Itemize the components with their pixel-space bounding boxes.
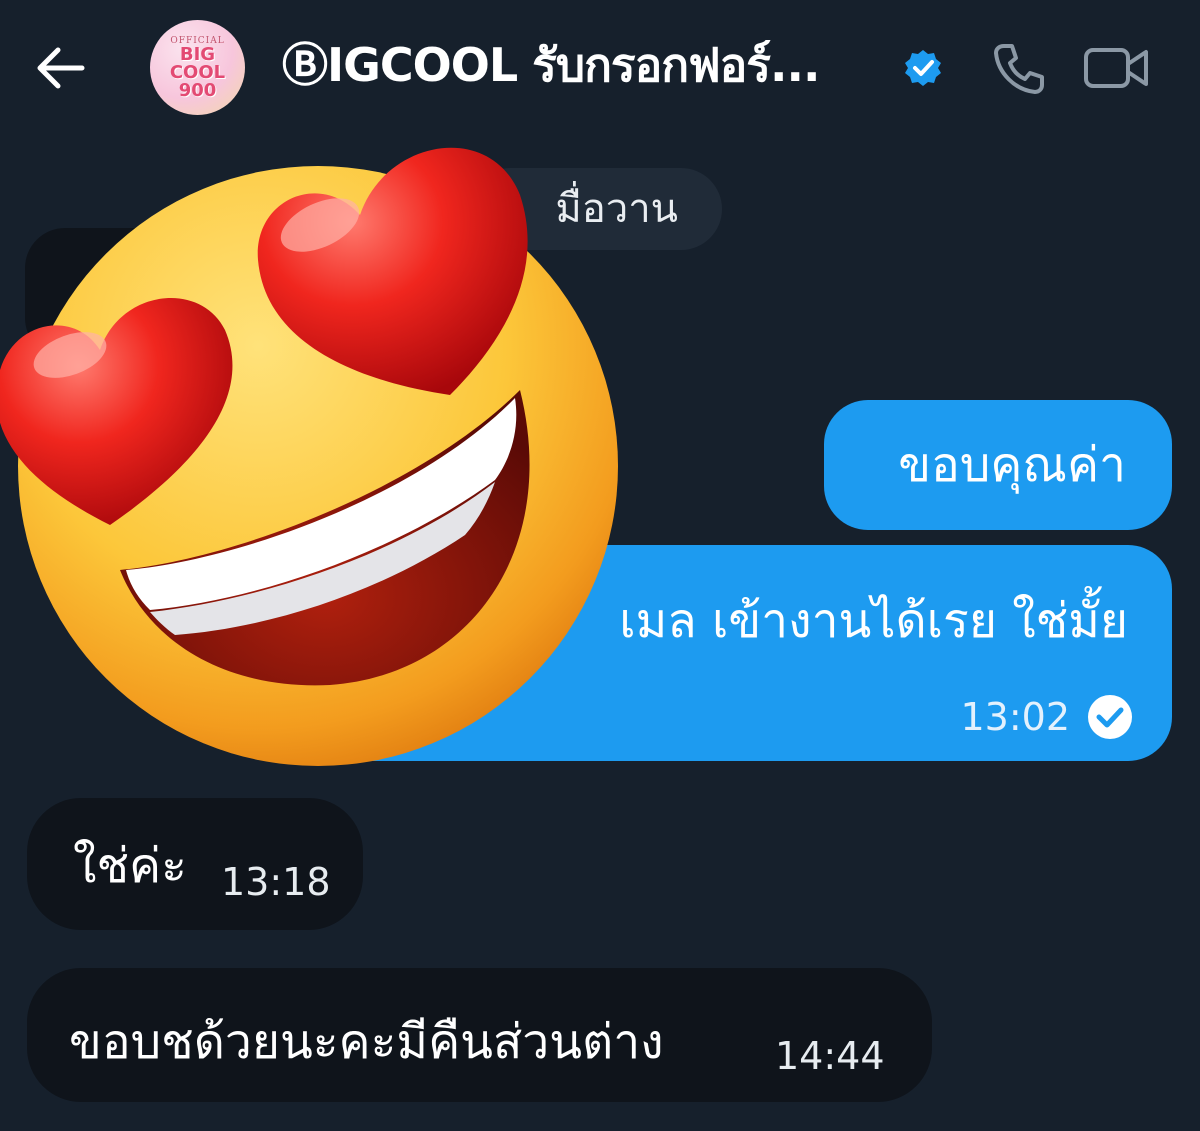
back-button[interactable] — [30, 38, 90, 98]
message-time: 13:02 — [960, 695, 1070, 739]
avatar-text-line2: COOL — [169, 61, 226, 83]
message-text: ขอบคุณค่า — [898, 437, 1126, 493]
message-text: ใช่ค่ะ — [73, 838, 187, 894]
outgoing-message[interactable]: ขอบคุณค่า — [824, 400, 1172, 530]
avatar-text-line1: BIG — [179, 43, 216, 65]
read-check-icon — [1088, 695, 1132, 739]
arrow-left-icon — [37, 47, 85, 89]
chat-header: OFFICIAL BIG COOL 900 ⒷIGCOOL รับกรอกฟอร… — [0, 0, 1200, 135]
message-text: เมล เข้างานได้เรย ใช่มั้ย — [619, 593, 1128, 649]
message-time: 14:44 — [775, 1034, 885, 1078]
avatar-text-line3: 900 — [178, 79, 217, 101]
video-call-button[interactable] — [1082, 38, 1152, 98]
phone-icon — [994, 44, 1044, 94]
message-text: ขอบชด้วยนะคะมีคืนส่วนต่าง — [69, 1014, 664, 1070]
heart-eyes-emoji-icon — [0, 147, 618, 766]
call-button[interactable] — [990, 38, 1050, 98]
video-camera-icon — [1084, 48, 1148, 88]
message-time: 13:18 — [221, 860, 331, 904]
avatar[interactable]: OFFICIAL BIG COOL 900 — [150, 20, 245, 115]
incoming-message[interactable]: ขอบชด้วยนะคะมีคืนส่วนต่าง 14:44 — [27, 968, 932, 1102]
incoming-message[interactable]: ใช่ค่ะ 13:18 — [27, 798, 363, 930]
contact-name[interactable]: ⒷIGCOOL รับกรอกฟอร์... — [282, 30, 820, 100]
verified-badge-icon — [905, 50, 941, 86]
